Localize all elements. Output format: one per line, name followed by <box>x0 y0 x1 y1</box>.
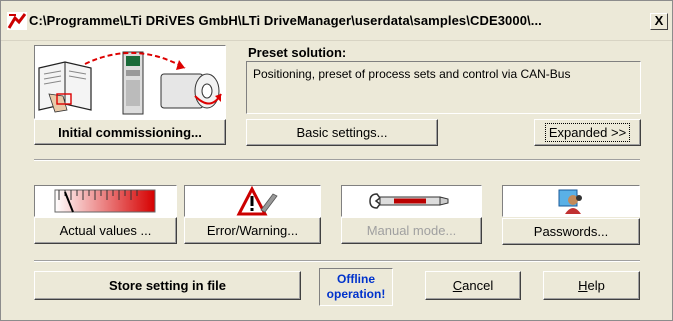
separator-top <box>34 159 640 161</box>
close-button[interactable]: X <box>650 13 668 30</box>
expanded-button[interactable]: Expanded >> <box>534 119 641 146</box>
gauge-meter-icon <box>54 189 156 213</box>
commissioning-illustration <box>34 45 226 119</box>
actual-values-button[interactable]: Actual values ... <box>34 217 177 244</box>
cancel-label: ancel <box>462 278 494 293</box>
initial-commissioning-button[interactable]: Initial commissioning... <box>34 119 226 145</box>
help-label: elp <box>587 278 605 293</box>
window-title: C:\Programme\LTi DRiVES GmbH\LTi DriveMa… <box>29 13 542 28</box>
app-logo-icon <box>7 12 27 30</box>
book-drive-motor-icon <box>38 51 222 115</box>
store-setting-button[interactable]: Store setting in file <box>34 271 301 300</box>
dialog-window: C:\Programme\LTi DRiVES GmbH\LTi DriveMa… <box>0 0 673 321</box>
user-key-icon <box>558 189 582 214</box>
title-bar[interactable]: C:\Programme\LTi DRiVES GmbH\LTi DriveMa… <box>1 1 672 41</box>
offline-status: Offline operation! <box>319 268 393 306</box>
warning-triangle-icon <box>236 186 278 216</box>
passwords-button[interactable]: Passwords... <box>502 218 640 245</box>
error-warning-button[interactable]: Error/Warning... <box>184 217 321 244</box>
preset-solution-text: Positioning, preset of process sets and … <box>246 61 641 114</box>
help-accel: H <box>578 278 588 293</box>
preset-solution-label: Preset solution: <box>248 45 347 60</box>
status-line-2: operation! <box>326 287 386 301</box>
manual-mode-button[interactable]: Manual mode... <box>341 217 482 244</box>
status-line-1: Offline <box>337 272 375 286</box>
basic-settings-button[interactable]: Basic settings... <box>246 119 438 146</box>
manual-mode-image <box>341 185 482 217</box>
passwords-image <box>502 185 640 217</box>
expanded-label: Expanded >> <box>544 123 631 142</box>
error-warning-image <box>184 185 321 217</box>
help-button[interactable]: Help <box>543 271 640 300</box>
wrench-icon <box>369 193 449 209</box>
cancel-accel: C <box>452 278 463 293</box>
cancel-button[interactable]: Cancel <box>425 271 521 300</box>
actual-values-image <box>34 185 177 217</box>
separator-bottom <box>34 260 640 262</box>
